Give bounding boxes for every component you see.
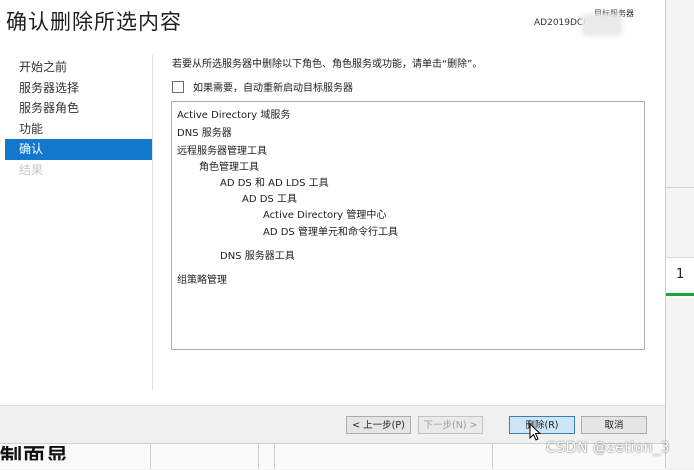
selection-list[interactable]: Active Directory 域服务 DNS 服务器 远程服务器管理工具 角… (171, 101, 645, 350)
nav-step-confirmation[interactable]: 确认 (5, 139, 152, 160)
list-item: AD DS 和 AD LDS 工具 (220, 178, 329, 189)
instruction-text: 若要从所选服务器中删除以下角色、角色服务或功能，请单击“删除”。 (172, 59, 483, 70)
next-button: 下一步(N) > (418, 416, 483, 434)
background-divider (666, 187, 694, 188)
previous-button[interactable]: < 上一步(P) (346, 416, 411, 434)
background-divider (274, 444, 275, 469)
background-divider (258, 444, 259, 469)
nav-step-before-you-begin[interactable]: 开始之前 (5, 57, 152, 78)
page-title: 确认删除所选内容 (6, 10, 182, 34)
watermark: CSDN @zetion_3 (546, 440, 671, 456)
list-item: DNS 服务器 (177, 128, 232, 139)
background-tile-count: 1 (676, 267, 685, 282)
nav-step-server-selection[interactable]: 服务器选择 (5, 78, 152, 99)
mouse-pointer-icon (529, 423, 541, 441)
background-partial-heading: 制面显 (0, 445, 70, 470)
nav-step-server-roles[interactable]: 服务器角色 (5, 98, 152, 119)
background-divider (150, 444, 151, 469)
nav-step-results: 结果 (19, 162, 44, 177)
cancel-button[interactable]: 取消 (581, 416, 647, 434)
remove-button[interactable]: 删除(R) (509, 416, 575, 434)
list-item: AD DS 工具 (242, 194, 297, 205)
list-item: DNS 服务器工具 (220, 251, 295, 262)
list-item: Active Directory 域服务 (177, 110, 291, 121)
restart-checkbox[interactable] (172, 80, 184, 93)
list-item: 角色管理工具 (199, 162, 259, 173)
list-item: Active Directory 管理中心 (263, 210, 387, 221)
restart-option[interactable]: 如果需要，自动重新启动目标服务器 (172, 79, 353, 94)
list-item: AD DS 管理单元和命令行工具 (263, 227, 398, 238)
nav-step-features[interactable]: 功能 (5, 119, 152, 140)
nav-divider (152, 55, 153, 390)
wizard-steps-nav: 开始之前 服务器选择 服务器角色 功能 确认 结果 (5, 57, 152, 180)
list-item: 远程服务器管理工具 (177, 146, 267, 157)
list-item: 组策略管理 (177, 275, 227, 286)
background-divider (492, 444, 493, 469)
background-status-bar (666, 293, 694, 296)
restart-checkbox-label[interactable]: 如果需要，自动重新启动目标服务器 (193, 79, 353, 94)
redaction-blur (582, 14, 622, 36)
background-server-manager-panel: 1 (665, 0, 694, 468)
remove-roles-wizard-dialog: 确认删除所选内容 目标服务器 AD2019DC0 .COM 开始之前 服务器选择… (0, 0, 665, 443)
